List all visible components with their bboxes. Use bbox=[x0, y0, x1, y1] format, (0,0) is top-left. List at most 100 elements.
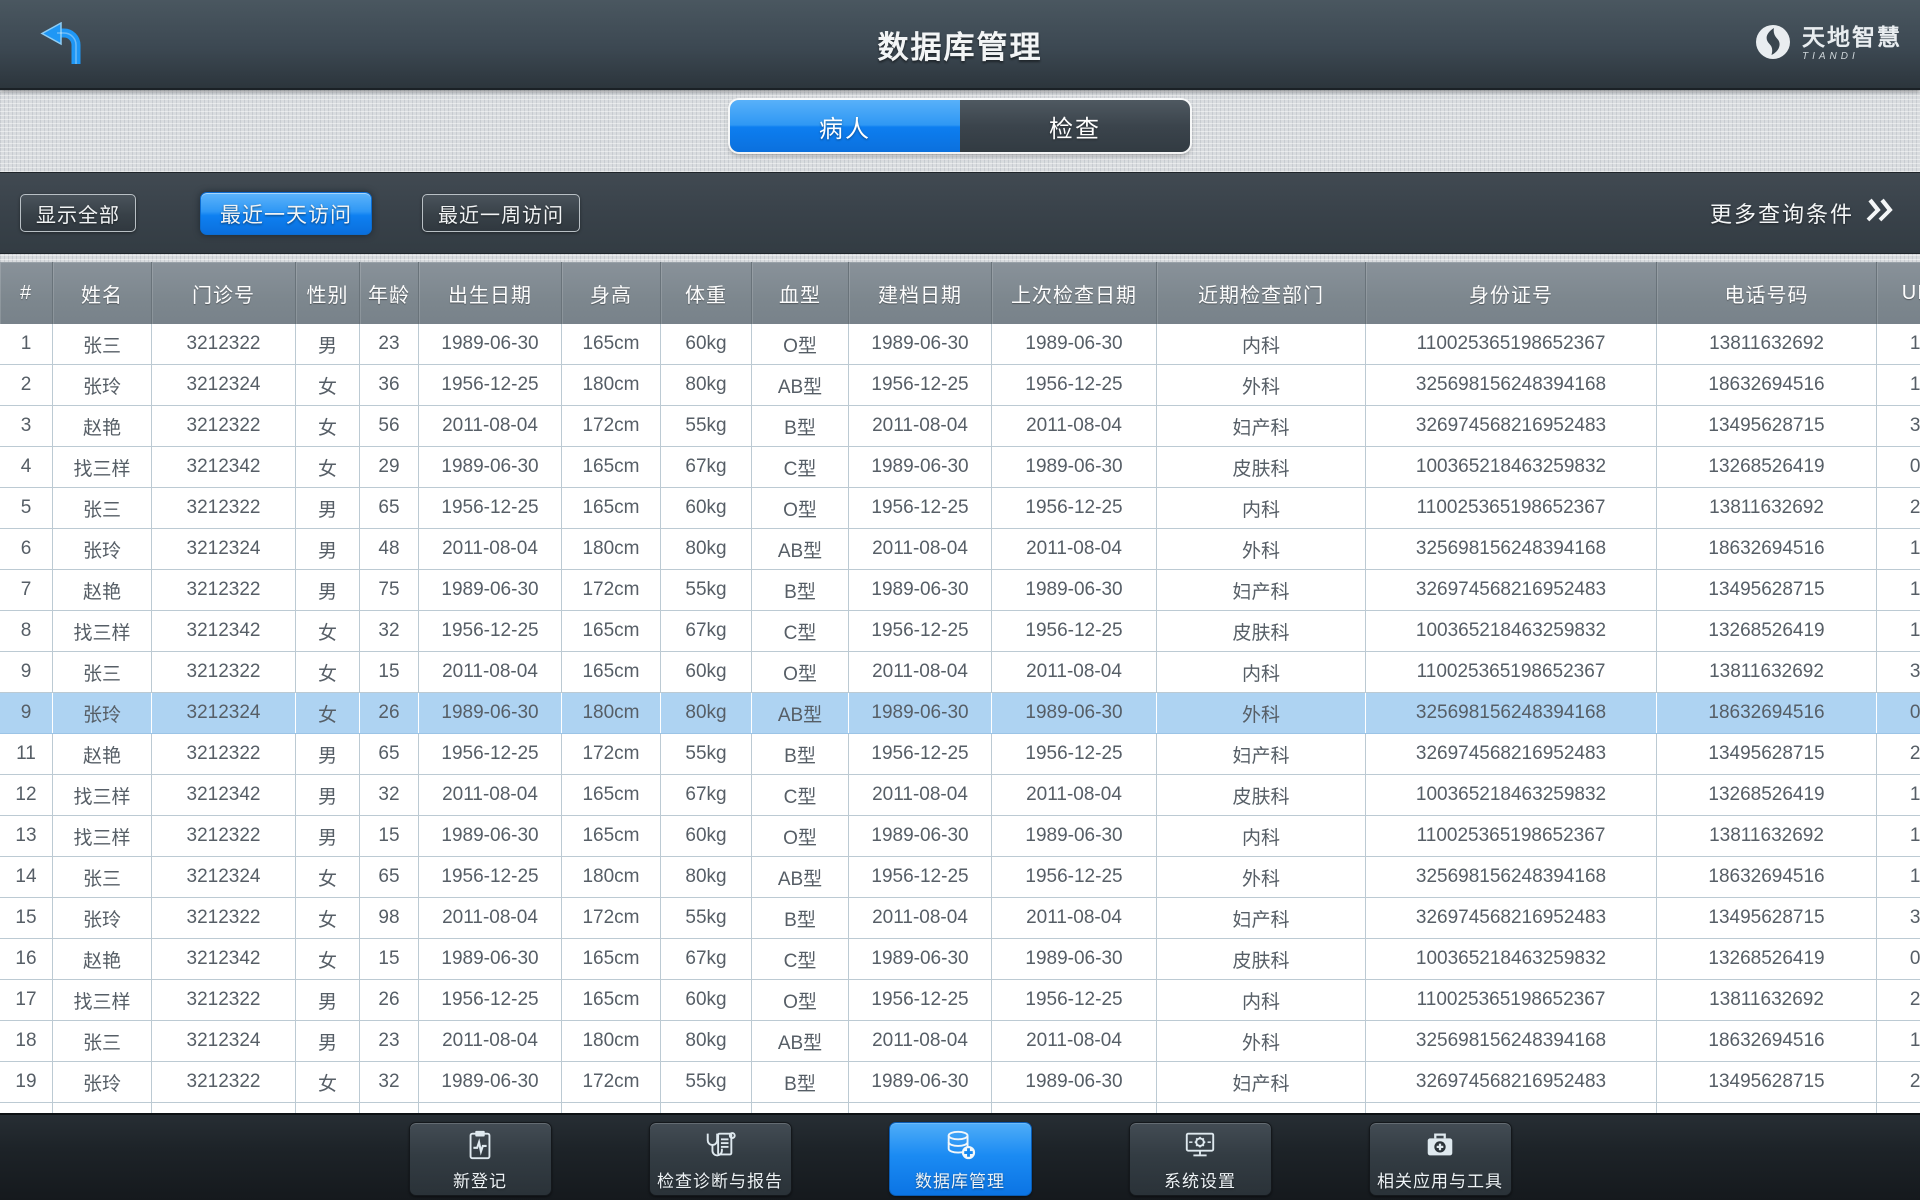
column-header[interactable]: 血型 bbox=[751, 262, 849, 324]
table-row[interactable]: 14 张三 3212324 女 65 1956-12-25 180cm 80kg AB型 1956… bbox=[0, 856, 1920, 898]
column-header[interactable]: 建档日期 bbox=[848, 262, 992, 324]
table-cell: 11 bbox=[0, 733, 53, 775]
nav-database-management[interactable]: 数据库管理 bbox=[888, 1122, 1032, 1196]
table-row[interactable]: 9 张三 3212322 女 15 2011-08-04 165cm 60kg O型 2011-0… bbox=[0, 651, 1920, 693]
table-cell: 张玲 bbox=[52, 364, 152, 406]
table-cell: 1989-06-30 bbox=[991, 446, 1157, 488]
table-cell: 张三 bbox=[52, 856, 152, 898]
table-cell: 172cm bbox=[561, 1061, 661, 1103]
table-cell: 4 bbox=[0, 446, 53, 488]
table-row[interactable]: 1 张三 3212322 男 23 1989-06-30 165cm 60kg O型 1989-0… bbox=[0, 324, 1920, 365]
column-header[interactable]: 体重 bbox=[660, 262, 752, 324]
table-body: 1 张三 3212322 男 23 1989-06-30 165cm 60kg O型 1989-0… bbox=[0, 324, 1920, 1144]
table-cell: 36 bbox=[1876, 651, 1920, 693]
table-cell: 外科 bbox=[1156, 692, 1366, 734]
column-header[interactable]: 电话号码 bbox=[1656, 262, 1877, 324]
table-cell: 男 bbox=[295, 733, 360, 775]
table-cell: 325698156248394168 bbox=[1365, 528, 1657, 570]
table-cell: 1989-06-30 bbox=[418, 692, 562, 734]
table-cell: 55kg bbox=[660, 1061, 752, 1103]
nav-label: 检查诊断与报告 bbox=[657, 1171, 783, 1191]
table-cell: 内科 bbox=[1156, 487, 1366, 529]
table-cell: 172cm bbox=[561, 569, 661, 611]
column-header[interactable]: 上次检查日期 bbox=[991, 262, 1157, 324]
table-row[interactable]: 12 找三样 3212342 男 32 2011-08-04 165cm 67kg C型 2011… bbox=[0, 774, 1920, 816]
bottom-nav-bar: 新登记 检查诊断与报告 数据库管理 系统设置 相关应用与工具 bbox=[0, 1113, 1920, 1200]
table-cell: 80kg bbox=[660, 364, 752, 406]
table-cell: 172cm bbox=[561, 405, 661, 447]
nav-new-registration[interactable]: 新登记 bbox=[408, 1122, 552, 1196]
column-header[interactable]: 性别 bbox=[295, 262, 360, 324]
table-cell: C型 bbox=[751, 938, 849, 980]
table-cell: 165cm bbox=[561, 938, 661, 980]
table-row[interactable]: 3 赵艳 3212322 女 56 2011-08-04 172cm 55kg B型 2011-0… bbox=[0, 405, 1920, 447]
column-header[interactable]: 门诊号 bbox=[151, 262, 296, 324]
column-header[interactable]: 近期检查部门 bbox=[1156, 262, 1366, 324]
filter-last-day-button[interactable]: 最近一天访问 bbox=[200, 192, 372, 235]
table-cell: 60kg bbox=[660, 979, 752, 1021]
table-cell: 3212342 bbox=[151, 446, 296, 488]
table-cell: 3212322 bbox=[151, 1061, 296, 1103]
table-cell: 2011-08-04 bbox=[991, 528, 1157, 570]
table-cell: 外科 bbox=[1156, 856, 1366, 898]
table-row[interactable]: 17 找三样 3212322 男 26 1956-12-25 165cm 60kg O型 1956… bbox=[0, 979, 1920, 1021]
table-row[interactable]: 11 赵艳 3212322 男 65 1956-12-25 172cm 55kg B型 1956-… bbox=[0, 733, 1920, 775]
column-header[interactable]: 身高 bbox=[561, 262, 661, 324]
table-cell: 67kg bbox=[660, 446, 752, 488]
column-header[interactable]: 出生日期 bbox=[418, 262, 562, 324]
table-cell: 2 bbox=[0, 364, 53, 406]
table-cell: 3212322 bbox=[151, 979, 296, 1021]
table-cell: 07 bbox=[1876, 692, 1920, 734]
table-cell: 男 bbox=[295, 487, 360, 529]
table-row[interactable]: 5 张三 3212322 男 65 1956-12-25 165cm 60kg O型 1956-1… bbox=[0, 487, 1920, 529]
patient-table: # 姓名 门诊号 性别 年龄 出生日期 身高 体重 血型 建档日期 上次检查日期 近期检查部门 身份证号… bbox=[0, 262, 1920, 1144]
table-cell: 3212322 bbox=[151, 569, 296, 611]
table-cell: 18632694516 bbox=[1656, 528, 1877, 570]
table-cell: 15 bbox=[1876, 856, 1920, 898]
table-cell: 6 bbox=[0, 528, 53, 570]
table-row[interactable]: 4 找三样 3212342 女 29 1989-06-30 165cm 67kg C型 1989-… bbox=[0, 446, 1920, 488]
column-header[interactable]: 姓名 bbox=[52, 262, 152, 324]
filter-show-all-button[interactable]: 显示全部 bbox=[20, 194, 136, 232]
table-cell: 1989-06-30 bbox=[418, 446, 562, 488]
table-cell: 13811632692 bbox=[1656, 815, 1877, 857]
table-row[interactable]: 15 张玲 3212322 女 98 2011-08-04 172cm 55kg B型 2011-… bbox=[0, 897, 1920, 939]
tab-patient[interactable]: 病人 bbox=[730, 100, 960, 152]
tab-examination[interactable]: 检查 bbox=[960, 100, 1190, 152]
column-header[interactable]: 身份证号 bbox=[1365, 262, 1657, 324]
table-cell: 1956-12-25 bbox=[418, 610, 562, 652]
table-row[interactable]: 13 找三样 3212322 男 15 1989-06-30 165cm 60kg O型 1989… bbox=[0, 815, 1920, 857]
table-row[interactable]: 16 赵艳 3212342 女 15 1989-06-30 165cm 67kg C型 1989-… bbox=[0, 938, 1920, 980]
table-cell: 165cm bbox=[561, 324, 661, 365]
table-row[interactable]: 6 张玲 3212324 男 48 2011-08-04 180cm 80kg AB型 2011-… bbox=[0, 528, 1920, 570]
table-cell: 女 bbox=[295, 897, 360, 939]
filter-last-week-button[interactable]: 最近一周访问 bbox=[422, 194, 580, 232]
nav-label: 数据库管理 bbox=[915, 1171, 1005, 1191]
table-cell: 75 bbox=[359, 569, 419, 611]
table-cell: 60kg bbox=[660, 651, 752, 693]
table-row[interactable]: 9 张玲 3212324 女 26 1989-06-30 180cm 80kg AB型 1989-… bbox=[0, 692, 1920, 734]
nav-system-settings[interactable]: 系统设置 bbox=[1128, 1122, 1272, 1196]
table-row[interactable]: 8 找三样 3212342 女 32 1956-12-25 165cm 67kg C型 1956-… bbox=[0, 610, 1920, 652]
table-cell: 1989-06-30 bbox=[848, 692, 992, 734]
table-cell: 3212324 bbox=[151, 1020, 296, 1062]
column-header[interactable]: UID bbox=[1876, 262, 1920, 324]
record-type-tabs: 病人 检查 bbox=[730, 100, 1190, 152]
table-cell: 张三 bbox=[52, 487, 152, 529]
table-cell: 13495628715 bbox=[1656, 569, 1877, 611]
column-header[interactable]: 年龄 bbox=[359, 262, 419, 324]
table-row[interactable]: 19 张玲 3212322 女 32 1989-06-30 172cm 55kg B型 1989-… bbox=[0, 1061, 1920, 1103]
nav-related-apps-tools[interactable]: 相关应用与工具 bbox=[1368, 1122, 1512, 1196]
nav-exam-diagnosis-report[interactable]: 检查诊断与报告 bbox=[648, 1122, 792, 1196]
table-row[interactable]: 7 赵艳 3212322 男 75 1989-06-30 172cm 55kg B型 1989-0… bbox=[0, 569, 1920, 611]
table-cell: 1956-12-25 bbox=[991, 364, 1157, 406]
table-cell: 找三样 bbox=[52, 446, 152, 488]
table-row[interactable]: 18 张三 3212324 男 23 2011-08-04 180cm 80kg AB型 2011… bbox=[0, 1020, 1920, 1062]
table-cell: 67kg bbox=[660, 938, 752, 980]
table-cell: 男 bbox=[295, 979, 360, 1021]
table-cell: 36 bbox=[1876, 405, 1920, 447]
more-filters-link[interactable]: 更多查询条件 bbox=[1710, 197, 1896, 229]
column-header[interactable]: # bbox=[0, 262, 53, 324]
table-row[interactable]: 2 张玲 3212324 女 36 1956-12-25 180cm 80kg AB型 1956-… bbox=[0, 364, 1920, 406]
table-cell: 55kg bbox=[660, 569, 752, 611]
